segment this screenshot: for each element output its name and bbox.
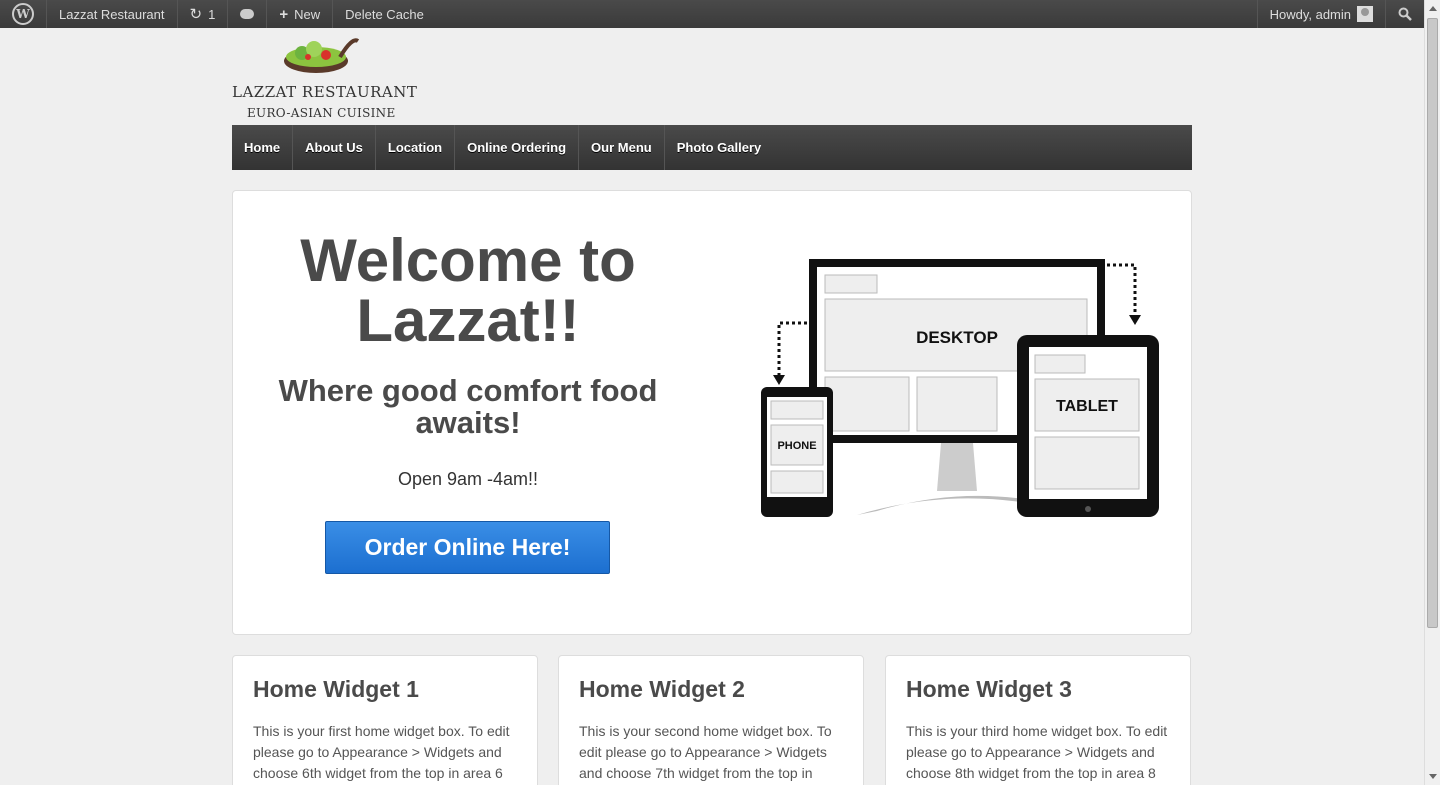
- home-widget-1: Home Widget 1 This is your first home wi…: [232, 655, 538, 785]
- nav-item-photo-gallery[interactable]: Photo Gallery: [665, 125, 774, 170]
- widget-title: Home Widget 2: [579, 676, 745, 702]
- hero-title: Welcome to Lazzat!!: [300, 227, 636, 354]
- refresh-icon: ↻: [189, 6, 203, 23]
- page-scrollbar[interactable]: [1424, 0, 1440, 785]
- responsive-devices-image: DESKTOP TABLET PHONE: [761, 259, 1159, 517]
- avatar: [1357, 6, 1373, 22]
- nav-item-about-us[interactable]: About Us: [293, 125, 376, 170]
- salad-bowl-icon: [284, 38, 360, 73]
- nav-item-our-menu[interactable]: Our Menu: [579, 125, 665, 170]
- scrollbar-thumb[interactable]: [1427, 18, 1438, 628]
- new-content-link[interactable]: + New: [267, 0, 334, 28]
- wordpress-logo-icon[interactable]: W: [0, 0, 47, 28]
- featured-section: Welcome to Lazzat!! Where good comfort f…: [232, 190, 1192, 635]
- scroll-down-arrow-icon[interactable]: [1429, 774, 1437, 779]
- comments-link[interactable]: [228, 0, 268, 28]
- howdy-text: Howdy, admin: [1269, 6, 1351, 22]
- brand-name: LAZZAT RESTAURANT: [232, 83, 418, 101]
- phone-label: PHONE: [777, 440, 816, 452]
- scroll-up-arrow-icon[interactable]: [1429, 6, 1437, 11]
- hero-subtitle: Where good comfort food awaits!: [278, 373, 658, 440]
- nav-item-home[interactable]: Home: [232, 125, 294, 170]
- tablet-label: TABLET: [1056, 398, 1118, 415]
- brand-tagline: EURO-ASIAN CUISINE: [247, 106, 396, 120]
- order-online-button[interactable]: Order Online Here!: [325, 521, 610, 574]
- widget-title: Home Widget 3: [906, 676, 1072, 702]
- home-widget-3: Home Widget 3 This is your third home wi…: [885, 655, 1191, 785]
- updates-count: 1: [208, 6, 216, 22]
- search-button[interactable]: [1385, 0, 1424, 28]
- nav-item-online-ordering[interactable]: Online Ordering: [455, 125, 580, 170]
- widget-text: This is your second home widget box. To …: [579, 723, 832, 781]
- site-name-link[interactable]: Lazzat Restaurant: [47, 0, 178, 28]
- widget-text: This is your third home widget box. To e…: [906, 723, 1168, 781]
- desktop-label: DESKTOP: [916, 328, 998, 347]
- nav-item-location[interactable]: Location: [376, 125, 456, 170]
- home-widget-2: Home Widget 2 This is your second home w…: [558, 655, 864, 785]
- site-logo[interactable]: LAZZAT RESTAURANT EURO-ASIAN CUISINE: [232, 33, 417, 123]
- comment-bubble-icon: [240, 9, 255, 19]
- main-navigation: Home About Us Location Online Ordering O…: [232, 125, 1192, 170]
- widget-text: This is your first home widget box. To e…: [253, 723, 510, 781]
- delete-cache-link[interactable]: Delete Cache: [333, 0, 436, 28]
- widget-title: Home Widget 1: [253, 676, 419, 702]
- admin-bar: W Lazzat Restaurant ↻ 1 + New Delete Cac…: [0, 0, 1424, 28]
- plus-icon: +: [279, 5, 289, 23]
- opening-hours: Open 9am -4am!!: [397, 469, 539, 489]
- search-icon: [1398, 7, 1412, 21]
- updates-link[interactable]: ↻ 1: [178, 0, 229, 28]
- my-account-link[interactable]: Howdy, admin: [1256, 0, 1385, 28]
- new-label: New: [294, 6, 321, 22]
